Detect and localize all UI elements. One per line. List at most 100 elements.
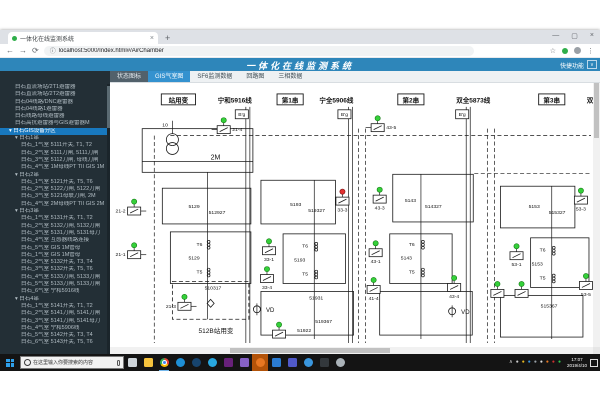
app-navy-icon[interactable]: [188, 354, 204, 371]
tab-GIS气室图[interactable]: GIS气室图: [148, 71, 190, 82]
visual-studio-icon-2[interactable]: [236, 354, 252, 371]
monitor-indicator-unlabeled[interactable]: [273, 322, 286, 338]
tray-icon-6[interactable]: ●: [546, 360, 549, 365]
quick-functions-button[interactable]: 快捷功能: [560, 61, 584, 70]
tab-状态图标[interactable]: 状态图标: [110, 71, 148, 82]
monitor-indicator-21-4[interactable]: 21-4: [212, 118, 243, 134]
sidebar-item[interactable]: 白石_1气室 5121开关, T5, T6: [0, 179, 110, 186]
sidebar-item[interactable]: 白石_3气室 5121母联刀闸, 2M: [0, 193, 110, 200]
sidebar-item[interactable]: 白石线路母线避雷器: [0, 113, 110, 120]
sidebar-item[interactable]: 白石04线路/DNC避雷器: [0, 99, 110, 106]
browser-menu-icon[interactable]: ⋮: [587, 47, 594, 55]
sidebar-item[interactable]: 白石_3气室 5131刀闸, 5131母刀: [0, 230, 110, 237]
tab-close-icon[interactable]: ×: [150, 35, 154, 42]
address-bar[interactable]: ⓘ localhost:5000/Index.html#/AirChamber: [44, 46, 474, 56]
sidebar-item[interactable]: 白石直流场站/2T2避雷器: [0, 91, 110, 98]
sidebar-item[interactable]: 白石_2气室 5132开关, T3, T4: [0, 259, 110, 266]
monitor-indicator-53-3[interactable]: 53-3: [574, 188, 587, 212]
monitor-indicator-21-2[interactable]: 21-2: [116, 199, 147, 215]
settings-gear-icon[interactable]: [332, 354, 348, 371]
window-maximize-button[interactable]: ▢: [571, 32, 578, 40]
sidebar-item[interactable]: 白石04线路1避雷器: [0, 106, 110, 113]
tray-icon-5[interactable]: ●: [540, 360, 543, 365]
monitor-indicator-33-4[interactable]: 33-4: [260, 267, 273, 291]
sidebar-item[interactable]: 白石_5气室 5142开关, T3, T4: [0, 332, 110, 339]
monitor-indicator-43-4[interactable]: 43-4: [448, 275, 461, 299]
monitor-indicator-21-3[interactable]: 21-3: [166, 294, 197, 310]
tray-icon-1[interactable]: ●: [516, 360, 519, 365]
tray-expand-icon[interactable]: ∧: [509, 360, 513, 365]
app-orange-icon[interactable]: [252, 354, 268, 371]
monitor-indicator-43-3[interactable]: 43-3: [373, 187, 386, 211]
new-tab-button[interactable]: +: [165, 33, 170, 44]
browser-tab[interactable]: 一体化在线监测系统 ×: [8, 32, 158, 44]
sidebar-item[interactable]: ▾ 白石1串: [0, 135, 110, 142]
sidebar-item[interactable]: 白石_3气室 5141刀闸, 5141母刀: [0, 318, 110, 325]
monitor-indicator-unlabeled[interactable]: [515, 281, 528, 297]
sidebar-item[interactable]: ▾ 白石4串: [0, 296, 110, 303]
taskbar-search-input[interactable]: 在这里输入你要搜索的内容: [20, 356, 124, 369]
tray-icon-3[interactable]: ●: [528, 360, 531, 365]
back-icon[interactable]: ←: [6, 46, 14, 55]
tab-三相数据[interactable]: 三相数据: [271, 71, 309, 82]
monitor-indicator-unlabeled[interactable]: [491, 281, 504, 297]
window-minimize-button[interactable]: —: [552, 32, 559, 40]
taskbar-clock[interactable]: 17:07 2019/4/10: [567, 357, 587, 368]
tray-icon-7[interactable]: ●: [552, 360, 555, 365]
tab-回路图[interactable]: 回路图: [239, 71, 271, 82]
sidebar-item[interactable]: 白石_2气室 5141刀闸, 5141刀闸: [0, 310, 110, 317]
vertical-scrollbar[interactable]: [593, 83, 600, 347]
sidebar-item[interactable]: ▾ 白石3串: [0, 208, 110, 215]
monitor-indicator-41-4[interactable]: 41-4: [367, 277, 380, 301]
sidebar-item[interactable]: 白石_4气室 宁和5906线: [0, 325, 110, 332]
sidebar-item[interactable]: 白石_2气室 5132刀闸, 5132刀闸: [0, 223, 110, 230]
sidebar-item[interactable]: 白石_1气室 5141开关, T1, T2: [0, 303, 110, 310]
monitor-indicator-43-5[interactable]: 43-5: [366, 116, 397, 132]
tab-SF6监测数据[interactable]: SF6监测数据: [190, 71, 239, 82]
sidebar-item[interactable]: 白石_6气室 5143开关, T5, T6: [0, 339, 110, 346]
chrome-icon[interactable]: [156, 354, 172, 371]
sidebar-item[interactable]: 白石_4气室 互感器线路连接: [0, 237, 110, 244]
sidebar-item[interactable]: 白石_4气室 1M母线PT TII GIS 1M: [0, 164, 110, 171]
site-info-icon[interactable]: ⓘ: [50, 46, 56, 55]
sidebar-item[interactable]: 白石_4气室 2M母线PT TII GIS 2M: [0, 201, 110, 208]
monitor-indicator-43-1[interactable]: 43-1: [369, 241, 382, 265]
profile-avatar-icon[interactable]: [574, 47, 581, 54]
edge-icon[interactable]: [172, 354, 188, 371]
task-view-icon[interactable]: [124, 354, 140, 371]
window-close-button[interactable]: ×: [590, 32, 594, 40]
app-blue-icon[interactable]: [300, 354, 316, 371]
sidebar-item[interactable]: 白石直流场站/2T1避雷器: [0, 84, 110, 91]
sidebar-item[interactable]: 白石_6气室 宁和5916线: [0, 288, 110, 295]
start-button[interactable]: [0, 354, 20, 371]
skype-icon[interactable]: [204, 354, 220, 371]
visual-studio-icon[interactable]: [220, 354, 236, 371]
sidebar-item[interactable]: 白石_2气室 5122刀闸, 5122刀闸: [0, 186, 110, 193]
tray-icon-8[interactable]: ●: [558, 360, 561, 365]
sidebar-item[interactable]: 白石_1气室 5131开关, T1, T2: [0, 215, 110, 222]
vertical-scrollbar-thumb[interactable]: [594, 83, 599, 138]
sidebar-item[interactable]: 白石高抗避雷器与GIS避雷器M: [0, 120, 110, 127]
monitor-indicator-53-1[interactable]: 53-1: [510, 244, 523, 268]
sidebar-item[interactable]: 白石_5气室 GIS 1M管母: [0, 245, 110, 252]
monitor-indicator-33-1[interactable]: 33-1: [262, 239, 275, 263]
sidebar-item[interactable]: 白石_3气室 5112刀闸, 母线刀闸: [0, 157, 110, 164]
teams-icon[interactable]: [284, 354, 300, 371]
file-explorer-icon[interactable]: [140, 354, 156, 371]
sidebar-item[interactable]: 白石_5气室 5133刀闸, 5133刀闸: [0, 281, 110, 288]
monitor-indicator-53-5[interactable]: 53-5: [579, 273, 592, 297]
tray-icon-2[interactable]: ●: [522, 360, 525, 365]
reload-icon[interactable]: ⟳: [32, 46, 39, 55]
extension-icon[interactable]: [562, 48, 568, 54]
chevron-down-icon[interactable]: ∨: [587, 60, 597, 69]
sidebar-item[interactable]: ▾ 白石2串: [0, 172, 110, 179]
sidebar-item[interactable]: 白石_2气室 5111刀闸, 5111刀闸: [0, 150, 110, 157]
sidebar-item[interactable]: 白石_3气室 5132开关, T5, T6: [0, 266, 110, 273]
monitor-indicator-33-3[interactable]: 33-3: [336, 189, 349, 213]
forward-icon[interactable]: →: [19, 46, 27, 55]
app-dark-icon[interactable]: [316, 354, 332, 371]
sidebar-item[interactable]: ▾ 白石GIS设备分区: [0, 128, 110, 135]
bookmark-star-icon[interactable]: ☆: [550, 47, 556, 55]
mail-icon[interactable]: [268, 354, 284, 371]
sidebar-item[interactable]: 白石_1气室 GIS 1M管母: [0, 252, 110, 259]
